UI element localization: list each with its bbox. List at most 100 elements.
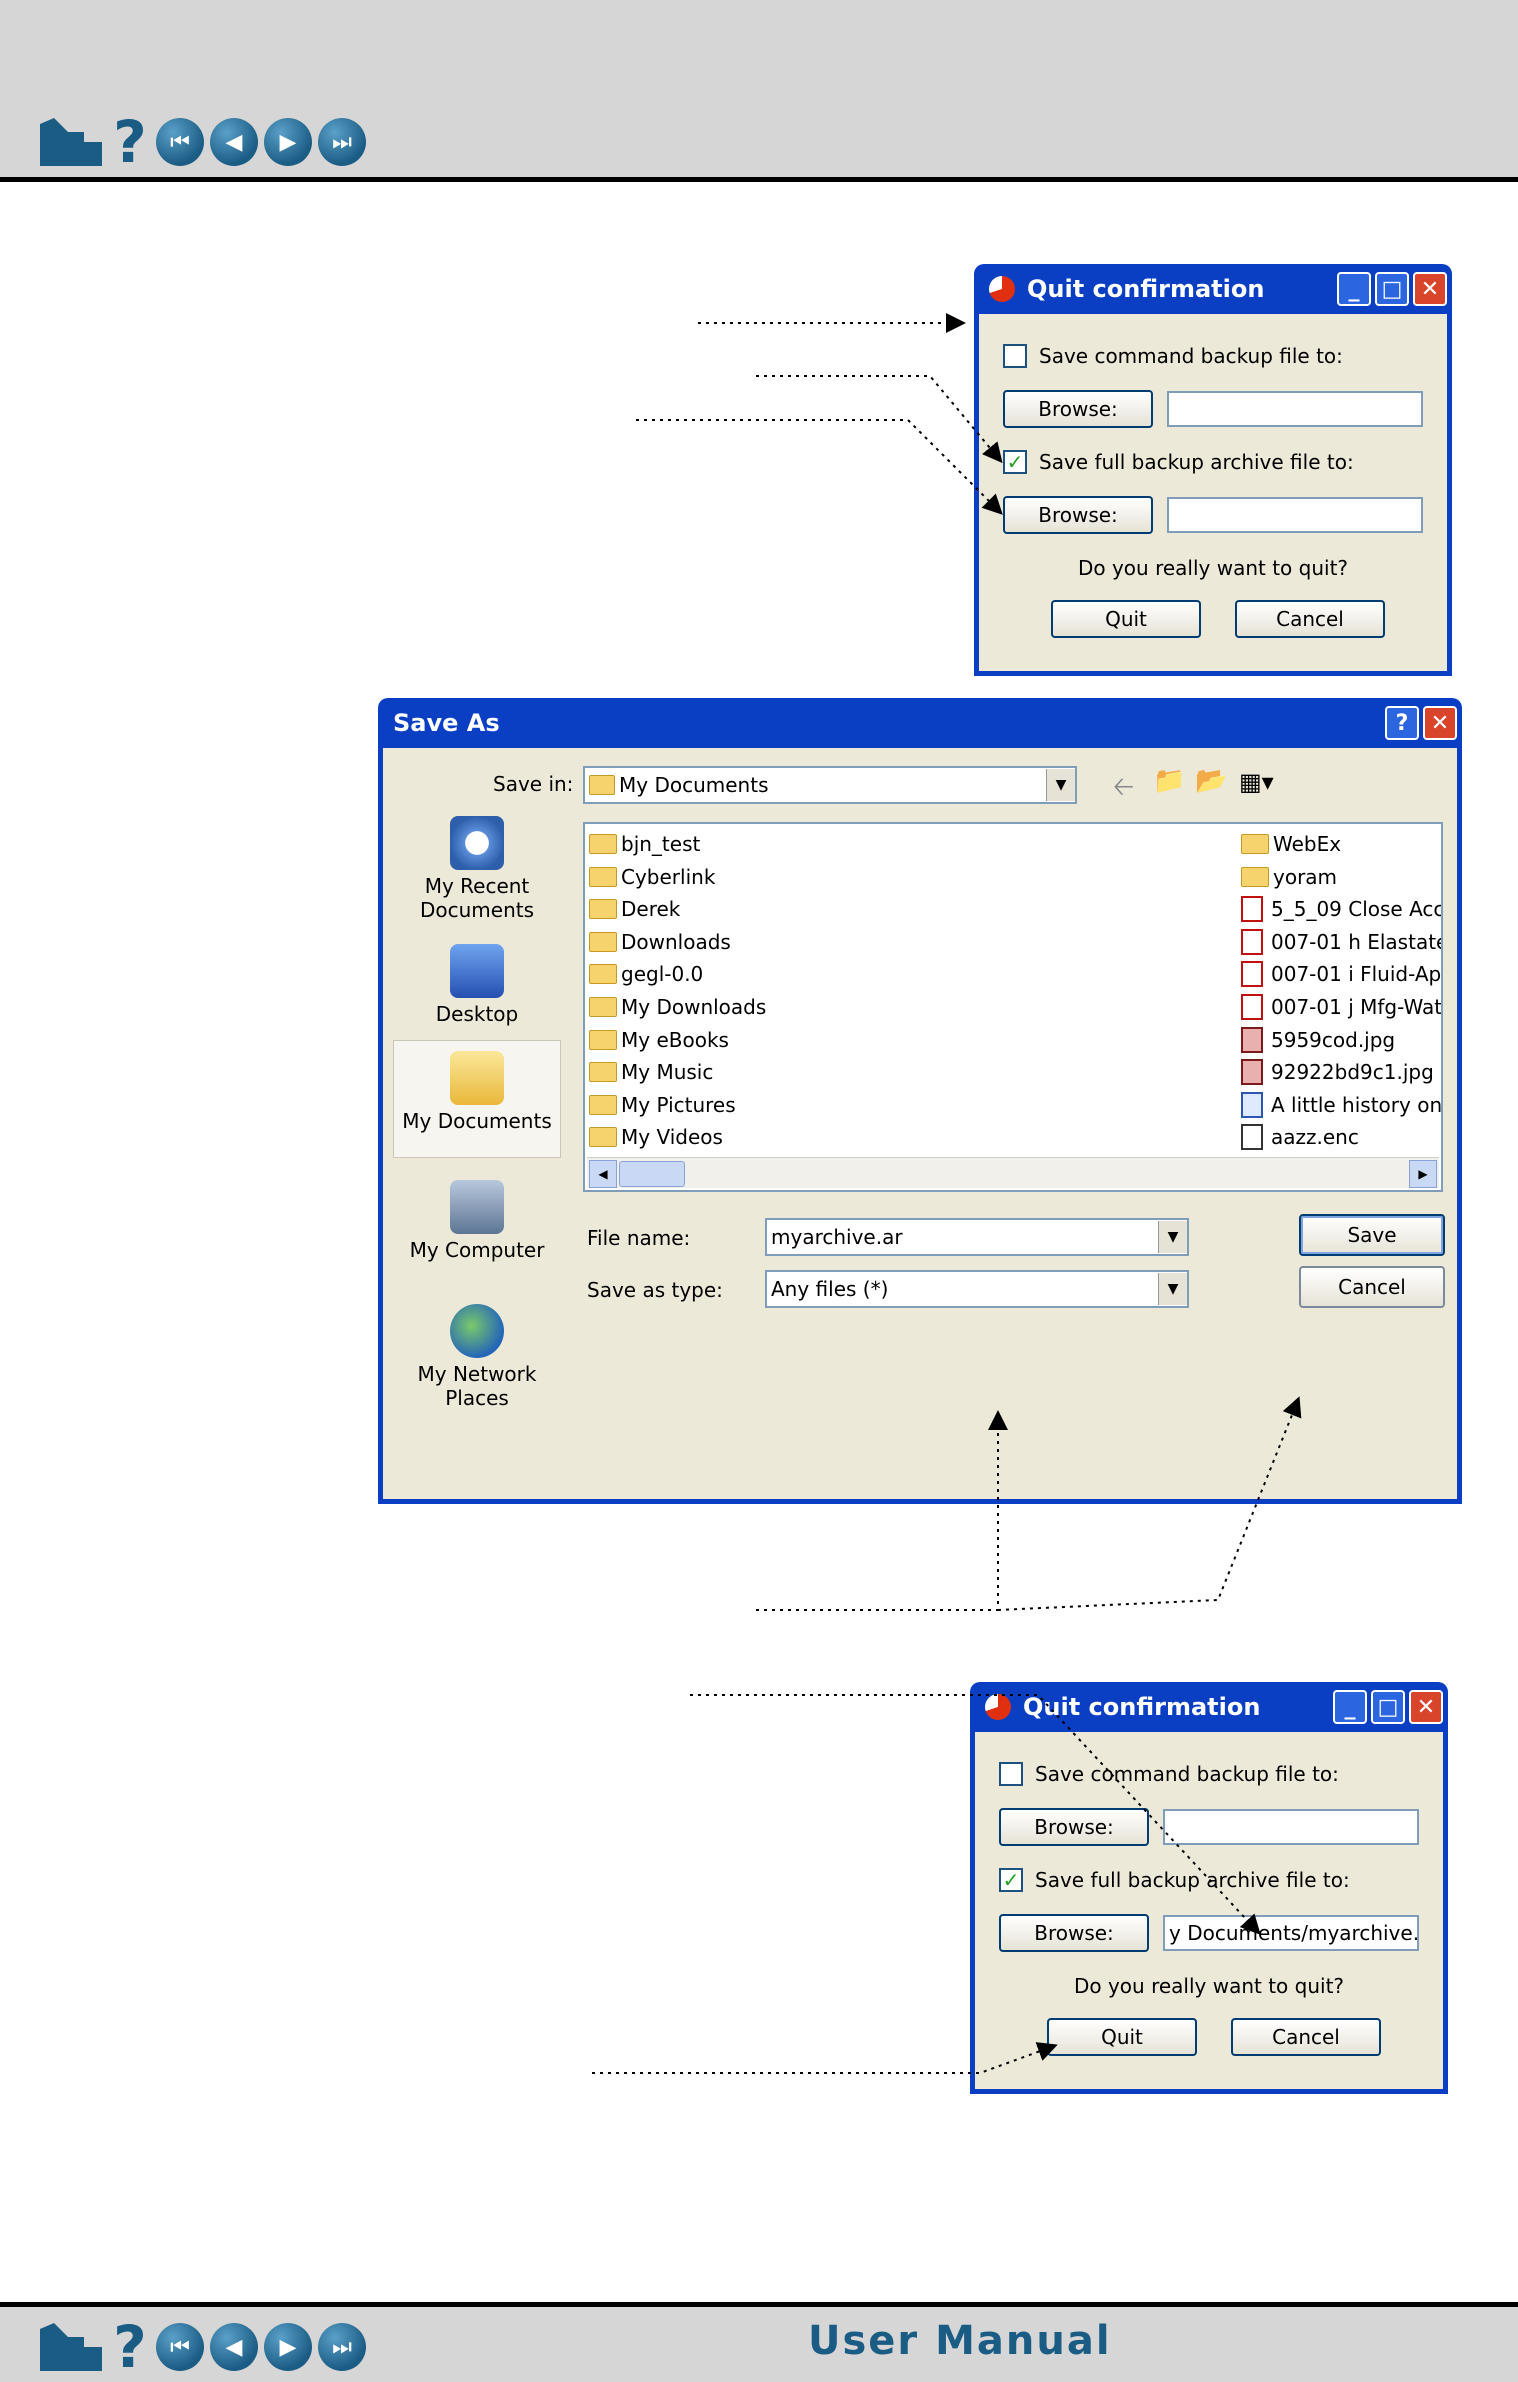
last-page-icon[interactable]: ⏭ [318,118,366,166]
file-list-item[interactable]: bjn_test [589,828,700,860]
file-list-item[interactable]: yoram [1241,861,1337,893]
file-list-item[interactable]: My Pictures [589,1089,736,1121]
pdf-file-icon [1241,961,1263,988]
file-name-input[interactable]: myarchive.ar ▼ [765,1218,1189,1256]
file-list-item[interactable]: Downloads [589,926,731,958]
file-list-item[interactable]: 007-01 j Mfg-Wate [1241,991,1441,1023]
dialog-title-bar: Quit confirmation _ □ ✕ [975,1682,1443,1732]
place-my-computer[interactable]: My Computer [393,1180,561,1262]
save-command-checkbox[interactable] [1003,344,1027,368]
close-icon[interactable]: ✕ [1423,706,1457,740]
help-icon[interactable]: ? [110,2318,150,2376]
previous-page-icon[interactable]: ◀ [210,2323,258,2371]
browse-command-button[interactable]: Browse: [999,1808,1149,1846]
maximize-icon[interactable]: □ [1375,272,1409,306]
file-list-item[interactable]: aazz.enc [1241,1121,1359,1153]
folder-icon [589,834,617,854]
scroll-right-icon[interactable]: ▶ [1409,1160,1437,1188]
folder-icon [589,775,615,795]
last-page-icon[interactable]: ⏭ [318,2323,366,2371]
chevron-down-icon[interactable]: ▼ [1046,769,1075,801]
back-icon[interactable]: 🡠 [1113,768,1134,812]
first-page-icon[interactable]: ⏮ [156,2323,204,2371]
file-name: My Pictures [621,1092,736,1117]
place-my-network-places[interactable]: My Network Places [393,1304,561,1410]
file-list-item[interactable]: A little history on t [1241,1089,1441,1121]
close-icon[interactable]: ✕ [1409,1690,1443,1724]
minimize-icon[interactable]: _ [1337,272,1371,306]
save-command-checkbox[interactable] [999,1762,1023,1786]
file-list-item[interactable]: 5_5_09 Close Acco [1241,893,1443,925]
quit-button[interactable]: Quit [1051,600,1201,638]
folder-icon [589,964,617,985]
browse-archive-button[interactable]: Browse: [1003,496,1153,534]
file-list-item[interactable]: gegl-0.0 [589,958,703,990]
save-in-select[interactable]: My Documents ▼ [583,766,1077,804]
file-name: WebEx [1273,832,1342,856]
cancel-button[interactable]: Cancel [1235,600,1385,638]
archive-path-field[interactable]: y Documents/myarchive.ar [1163,1915,1419,1951]
browse-archive-button[interactable]: Browse: [999,1914,1149,1952]
file-name: 5_5_09 Close Acco [1271,897,1443,922]
home-icon[interactable] [38,2321,104,2373]
callout-arrow [636,419,1003,515]
next-page-icon[interactable]: ▶ [264,2323,312,2371]
home-icon[interactable] [38,116,104,168]
horizontal-scrollbar[interactable]: ◀ ▶ [587,1157,1439,1188]
minimize-icon[interactable]: _ [1333,1690,1367,1724]
file-list-item[interactable]: Cyberlink [589,861,715,893]
save-command-label: Save command backup file to: [1039,344,1343,368]
app-icon [989,276,1015,302]
place-my-recent-documents[interactable]: My Recent Documents [393,816,561,922]
file-list-item[interactable]: 5959cod.jpg [1241,1024,1395,1056]
file-list-item[interactable]: My Videos [589,1121,723,1153]
help-icon[interactable]: ? [110,113,150,171]
previous-page-icon[interactable]: ◀ [210,118,258,166]
close-icon[interactable]: ✕ [1413,272,1447,306]
file-list-item[interactable]: Derek [589,893,680,925]
archive-path-field[interactable] [1167,497,1423,533]
command-path-field[interactable] [1167,391,1423,427]
first-page-icon[interactable]: ⏮ [156,118,204,166]
pdf-file-icon [1241,928,1263,955]
file-name: schwab [621,1191,696,1192]
scroll-thumb[interactable] [619,1161,685,1187]
scroll-left-icon[interactable]: ◀ [589,1160,617,1188]
file-list-item[interactable]: WebEx [1241,828,1341,860]
next-page-icon[interactable]: ▶ [264,118,312,166]
save-type-select[interactable]: Any files (*) ▼ [765,1270,1189,1308]
view-menu-icon[interactable]: ▦▾ [1239,768,1274,796]
command-path-field[interactable] [1163,1809,1419,1845]
dialog-title: Quit confirmation [1027,275,1265,303]
place-desktop[interactable]: Desktop [393,944,561,1026]
bottom-nav-buttons: ? ⏮ ◀ ▶ ⏭ [38,2318,366,2376]
chevron-down-icon[interactable]: ▼ [1158,1221,1187,1253]
cancel-button[interactable]: Cancel [1231,2018,1381,2056]
file-list-item[interactable]: My Downloads [589,991,766,1023]
folder-icon [589,1127,617,1148]
save-archive-label: Save full backup archive file to: [1035,1868,1350,1892]
place-my-documents[interactable]: My Documents [393,1040,561,1158]
file-name: bjn_test [621,832,701,856]
new-folder-icon[interactable]: 📂 [1195,766,1227,796]
file-list-item[interactable]: My Music [589,1056,713,1088]
cancel-button[interactable]: Cancel [1299,1266,1445,1308]
help-icon[interactable]: ? [1385,706,1419,740]
network-places-icon [450,1304,504,1358]
image-file-icon [1241,1059,1263,1086]
file-list-item[interactable]: 92922bd9c1.jpg [1241,1056,1434,1088]
file-list-item[interactable]: 007-01 i Fluid-Appl [1241,958,1441,990]
save-archive-checkbox[interactable]: ✓ [999,1868,1023,1892]
save-archive-checkbox[interactable]: ✓ [1003,450,1027,474]
file-list-item[interactable]: 007-01 h Elastatex [1241,926,1441,958]
file-list-item[interactable]: My eBooks [589,1024,729,1056]
browse-command-button[interactable]: Browse: [1003,390,1153,428]
up-folder-icon[interactable]: 📁 [1153,766,1185,796]
chevron-down-icon[interactable]: ▼ [1158,1273,1187,1305]
dialog-title-bar: Quit confirmation _ □ ✕ [979,264,1447,314]
file-name: yoram [1273,864,1338,889]
save-button[interactable]: Save [1299,1214,1445,1256]
maximize-icon[interactable]: □ [1371,1690,1405,1724]
file-list[interactable]: bjn_test Cyberlink Derek Downloads gegl-0.0 M… [583,822,1443,1192]
quit-button[interactable]: Quit [1047,2018,1197,2056]
